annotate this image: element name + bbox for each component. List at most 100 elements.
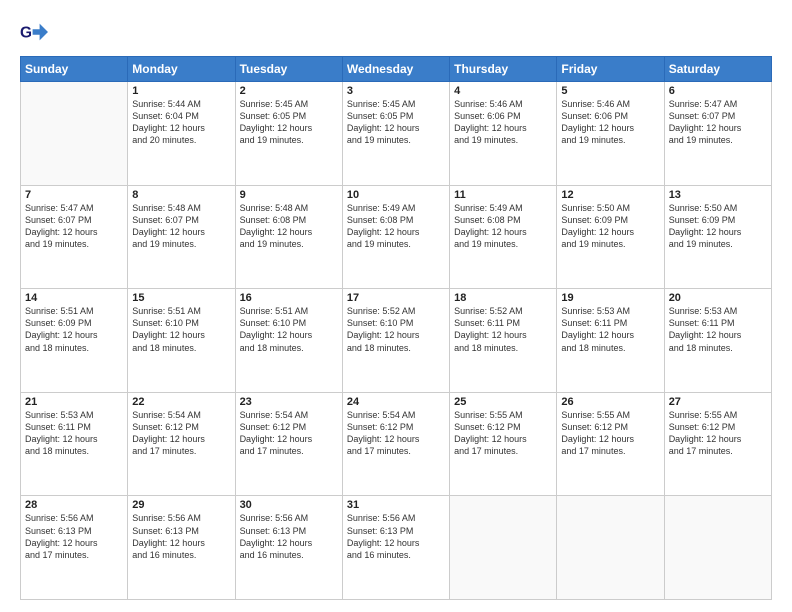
day-number: 13: [669, 189, 767, 201]
calendar-week-5: 28Sunrise: 5:56 AM Sunset: 6:13 PM Dayli…: [21, 496, 772, 600]
calendar-day: 6Sunrise: 5:47 AM Sunset: 6:07 PM Daylig…: [664, 82, 771, 186]
calendar-day: [450, 496, 557, 600]
day-number: 10: [347, 189, 445, 201]
day-info: Sunrise: 5:54 AM Sunset: 6:12 PM Dayligh…: [347, 409, 445, 458]
day-number: 28: [25, 499, 123, 511]
day-number: 21: [25, 396, 123, 408]
weekday-header-wednesday: Wednesday: [342, 57, 449, 82]
day-number: 8: [132, 189, 230, 201]
svg-text:G: G: [20, 25, 32, 42]
calendar-day: 25Sunrise: 5:55 AM Sunset: 6:12 PM Dayli…: [450, 392, 557, 496]
day-number: 5: [561, 85, 659, 97]
calendar-day: 20Sunrise: 5:53 AM Sunset: 6:11 PM Dayli…: [664, 289, 771, 393]
calendar-day: 31Sunrise: 5:56 AM Sunset: 6:13 PM Dayli…: [342, 496, 449, 600]
calendar-day: 1Sunrise: 5:44 AM Sunset: 6:04 PM Daylig…: [128, 82, 235, 186]
calendar-day: 9Sunrise: 5:48 AM Sunset: 6:08 PM Daylig…: [235, 185, 342, 289]
day-number: 14: [25, 292, 123, 304]
calendar-day: 16Sunrise: 5:51 AM Sunset: 6:10 PM Dayli…: [235, 289, 342, 393]
calendar-day: [664, 496, 771, 600]
calendar-day: 12Sunrise: 5:50 AM Sunset: 6:09 PM Dayli…: [557, 185, 664, 289]
day-number: 1: [132, 85, 230, 97]
calendar-day: 2Sunrise: 5:45 AM Sunset: 6:05 PM Daylig…: [235, 82, 342, 186]
day-number: 7: [25, 189, 123, 201]
calendar-day: 27Sunrise: 5:55 AM Sunset: 6:12 PM Dayli…: [664, 392, 771, 496]
day-number: 19: [561, 292, 659, 304]
logo-text: G: [20, 18, 52, 46]
day-info: Sunrise: 5:48 AM Sunset: 6:07 PM Dayligh…: [132, 202, 230, 251]
day-number: 2: [240, 85, 338, 97]
calendar-day: 21Sunrise: 5:53 AM Sunset: 6:11 PM Dayli…: [21, 392, 128, 496]
calendar-week-4: 21Sunrise: 5:53 AM Sunset: 6:11 PM Dayli…: [21, 392, 772, 496]
day-info: Sunrise: 5:54 AM Sunset: 6:12 PM Dayligh…: [240, 409, 338, 458]
day-number: 16: [240, 292, 338, 304]
weekday-header-friday: Friday: [557, 57, 664, 82]
calendar-day: 14Sunrise: 5:51 AM Sunset: 6:09 PM Dayli…: [21, 289, 128, 393]
day-info: Sunrise: 5:45 AM Sunset: 6:05 PM Dayligh…: [240, 98, 338, 147]
weekday-header-sunday: Sunday: [21, 57, 128, 82]
day-info: Sunrise: 5:56 AM Sunset: 6:13 PM Dayligh…: [132, 512, 230, 561]
calendar-day: 3Sunrise: 5:45 AM Sunset: 6:05 PM Daylig…: [342, 82, 449, 186]
day-info: Sunrise: 5:49 AM Sunset: 6:08 PM Dayligh…: [347, 202, 445, 251]
day-info: Sunrise: 5:52 AM Sunset: 6:10 PM Dayligh…: [347, 305, 445, 354]
calendar-week-3: 14Sunrise: 5:51 AM Sunset: 6:09 PM Dayli…: [21, 289, 772, 393]
day-info: Sunrise: 5:54 AM Sunset: 6:12 PM Dayligh…: [132, 409, 230, 458]
calendar-day: 19Sunrise: 5:53 AM Sunset: 6:11 PM Dayli…: [557, 289, 664, 393]
day-number: 11: [454, 189, 552, 201]
day-number: 25: [454, 396, 552, 408]
day-info: Sunrise: 5:53 AM Sunset: 6:11 PM Dayligh…: [561, 305, 659, 354]
day-info: Sunrise: 5:49 AM Sunset: 6:08 PM Dayligh…: [454, 202, 552, 251]
calendar-day: [21, 82, 128, 186]
calendar-day: 10Sunrise: 5:49 AM Sunset: 6:08 PM Dayli…: [342, 185, 449, 289]
calendar-day: 23Sunrise: 5:54 AM Sunset: 6:12 PM Dayli…: [235, 392, 342, 496]
calendar-day: 28Sunrise: 5:56 AM Sunset: 6:13 PM Dayli…: [21, 496, 128, 600]
calendar-day: 13Sunrise: 5:50 AM Sunset: 6:09 PM Dayli…: [664, 185, 771, 289]
day-info: Sunrise: 5:55 AM Sunset: 6:12 PM Dayligh…: [454, 409, 552, 458]
calendar-day: 17Sunrise: 5:52 AM Sunset: 6:10 PM Dayli…: [342, 289, 449, 393]
day-info: Sunrise: 5:46 AM Sunset: 6:06 PM Dayligh…: [561, 98, 659, 147]
day-number: 12: [561, 189, 659, 201]
day-number: 9: [240, 189, 338, 201]
day-number: 23: [240, 396, 338, 408]
calendar-day: 26Sunrise: 5:55 AM Sunset: 6:12 PM Dayli…: [557, 392, 664, 496]
calendar-week-1: 1Sunrise: 5:44 AM Sunset: 6:04 PM Daylig…: [21, 82, 772, 186]
day-info: Sunrise: 5:50 AM Sunset: 6:09 PM Dayligh…: [561, 202, 659, 251]
day-number: 18: [454, 292, 552, 304]
calendar-day: 30Sunrise: 5:56 AM Sunset: 6:13 PM Dayli…: [235, 496, 342, 600]
calendar-week-2: 7Sunrise: 5:47 AM Sunset: 6:07 PM Daylig…: [21, 185, 772, 289]
day-info: Sunrise: 5:51 AM Sunset: 6:10 PM Dayligh…: [240, 305, 338, 354]
day-number: 6: [669, 85, 767, 97]
weekday-header-tuesday: Tuesday: [235, 57, 342, 82]
weekday-header-monday: Monday: [128, 57, 235, 82]
day-info: Sunrise: 5:53 AM Sunset: 6:11 PM Dayligh…: [669, 305, 767, 354]
day-number: 30: [240, 499, 338, 511]
day-info: Sunrise: 5:51 AM Sunset: 6:10 PM Dayligh…: [132, 305, 230, 354]
calendar-day: 4Sunrise: 5:46 AM Sunset: 6:06 PM Daylig…: [450, 82, 557, 186]
day-info: Sunrise: 5:56 AM Sunset: 6:13 PM Dayligh…: [240, 512, 338, 561]
day-number: 29: [132, 499, 230, 511]
calendar-table: SundayMondayTuesdayWednesdayThursdayFrid…: [20, 56, 772, 600]
day-number: 17: [347, 292, 445, 304]
calendar-day: 29Sunrise: 5:56 AM Sunset: 6:13 PM Dayli…: [128, 496, 235, 600]
calendar-day: 11Sunrise: 5:49 AM Sunset: 6:08 PM Dayli…: [450, 185, 557, 289]
day-info: Sunrise: 5:53 AM Sunset: 6:11 PM Dayligh…: [25, 409, 123, 458]
page: G SundayMondayTuesdayWednesdayThursdayFr…: [0, 0, 792, 612]
day-number: 3: [347, 85, 445, 97]
day-number: 15: [132, 292, 230, 304]
calendar-day: 7Sunrise: 5:47 AM Sunset: 6:07 PM Daylig…: [21, 185, 128, 289]
day-info: Sunrise: 5:47 AM Sunset: 6:07 PM Dayligh…: [25, 202, 123, 251]
calendar-day: 18Sunrise: 5:52 AM Sunset: 6:11 PM Dayli…: [450, 289, 557, 393]
day-number: 26: [561, 396, 659, 408]
day-number: 22: [132, 396, 230, 408]
header: G: [20, 18, 772, 46]
day-number: 27: [669, 396, 767, 408]
calendar-day: [557, 496, 664, 600]
day-info: Sunrise: 5:51 AM Sunset: 6:09 PM Dayligh…: [25, 305, 123, 354]
day-info: Sunrise: 5:56 AM Sunset: 6:13 PM Dayligh…: [25, 512, 123, 561]
day-number: 20: [669, 292, 767, 304]
calendar-day: 8Sunrise: 5:48 AM Sunset: 6:07 PM Daylig…: [128, 185, 235, 289]
calendar-day: 22Sunrise: 5:54 AM Sunset: 6:12 PM Dayli…: [128, 392, 235, 496]
calendar-day: 24Sunrise: 5:54 AM Sunset: 6:12 PM Dayli…: [342, 392, 449, 496]
day-number: 31: [347, 499, 445, 511]
logo-icon: G: [20, 18, 48, 46]
day-info: Sunrise: 5:46 AM Sunset: 6:06 PM Dayligh…: [454, 98, 552, 147]
